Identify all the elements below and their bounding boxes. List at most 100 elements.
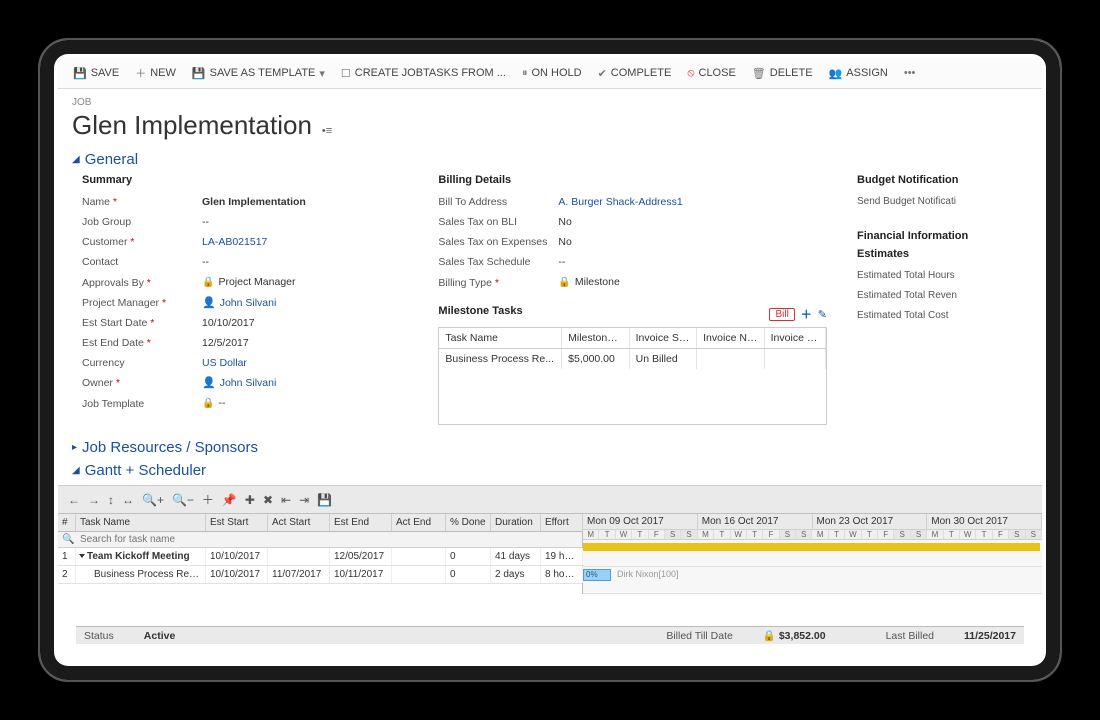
- save-icon: 💾: [73, 67, 87, 80]
- section-general-header[interactable]: ◢ General: [72, 151, 1028, 168]
- col-duration[interactable]: Duration: [491, 514, 541, 531]
- col-inv-status[interactable]: Invoice Status: [630, 328, 698, 348]
- est-end-label: Est End Date: [82, 337, 151, 349]
- close-button[interactable]: ⦸CLOSE: [680, 64, 742, 83]
- gantt-zoomin-icon[interactable]: 🔍+: [142, 493, 164, 507]
- approvals-by-label: Approvals By: [82, 277, 151, 289]
- assign-button[interactable]: 👥ASSIGN: [822, 64, 895, 83]
- tax-bli-label: Sales Tax on BLI: [438, 214, 558, 230]
- col-inv-date[interactable]: Invoice Date: [765, 328, 826, 348]
- gantt-panel: ← → ↕ ↔ 🔍+ 🔍− ＋ 📌 ✚ ✖ ⇤ ⇥ 💾 # Task Name …: [58, 485, 1042, 594]
- job-group-value[interactable]: --: [202, 214, 209, 230]
- caret-down-icon: ◢: [72, 154, 80, 165]
- tablet-frame: 💾SAVE ＋NEW 💾SAVE AS TEMPLATE ▾ ☐CREATE J…: [38, 38, 1062, 682]
- last-billed-value: 11/25/2017: [964, 630, 1016, 642]
- new-button[interactable]: ＋NEW: [128, 62, 183, 84]
- more-button[interactable]: •••: [897, 64, 923, 82]
- day-cell: T: [944, 530, 960, 539]
- day-cell: T: [976, 530, 992, 539]
- customer-link[interactable]: LA-AB021517: [202, 234, 267, 250]
- create-jobtasks-button[interactable]: ☐CREATE JOBTASKS FROM ...: [334, 64, 513, 83]
- gantt-pin-icon[interactable]: 📌: [222, 493, 237, 507]
- col-act-end[interactable]: Act End: [392, 514, 446, 531]
- bill-to-link[interactable]: A. Burger Shack-Address1: [558, 194, 682, 210]
- col-est-end[interactable]: Est End: [330, 514, 392, 531]
- gantt-save-icon[interactable]: 💾: [317, 493, 332, 507]
- job-template-value[interactable]: 🔒--: [202, 395, 225, 412]
- gantt-vzoom-icon[interactable]: ↕: [108, 493, 114, 507]
- lock-icon: 🔒: [558, 277, 570, 288]
- financial-heading: Financial Information: [857, 230, 1028, 242]
- col-task[interactable]: Task Name: [439, 328, 562, 348]
- day-cell: W: [731, 530, 747, 539]
- gantt-addbar-icon[interactable]: ✚: [245, 493, 255, 507]
- col-price[interactable]: Milestone price*: [562, 328, 630, 348]
- gantt-timeline[interactable]: Mon 09 Oct 2017 Mon 16 Oct 2017 Mon 23 O…: [583, 514, 1042, 594]
- gantt-zoomout-icon[interactable]: 🔍−: [172, 493, 194, 507]
- col-inv-number[interactable]: Invoice Number: [697, 328, 765, 348]
- close-icon: ⦸: [687, 67, 694, 80]
- day-cell: S: [665, 530, 681, 539]
- delete-button[interactable]: 🗑DELETE: [745, 64, 820, 83]
- caret-right-icon: ▸: [72, 442, 77, 453]
- approvals-by-value[interactable]: 🔒Project Manager: [202, 274, 296, 291]
- app-screen: 💾SAVE ＋NEW 💾SAVE AS TEMPLATE ▾ ☐CREATE J…: [58, 58, 1042, 662]
- section-gantt-header[interactable]: ◢ Gantt + Scheduler: [72, 462, 1028, 479]
- on-hold-button[interactable]: ⏸ON HOLD: [515, 64, 589, 83]
- day-cell: W: [845, 530, 861, 539]
- day-cell: S: [911, 530, 927, 539]
- day-cell: T: [829, 530, 845, 539]
- gantt-delete-icon[interactable]: ✖: [263, 493, 273, 507]
- day-cell: W: [616, 530, 632, 539]
- milestone-row[interactable]: Business Process Re... $5,000.00 Un Bill…: [439, 349, 826, 369]
- gantt-next-icon[interactable]: →: [88, 493, 100, 507]
- project-manager-value[interactable]: 👤John Silvani: [202, 295, 276, 311]
- lock-icon: 🔒: [763, 630, 779, 642]
- col-effort[interactable]: Effort: [541, 514, 583, 531]
- gantt-indent-icon[interactable]: ⇥: [299, 493, 309, 507]
- est-start-value[interactable]: 10/10/2017: [202, 315, 255, 331]
- day-cell: M: [927, 530, 943, 539]
- name-value[interactable]: Glen Implementation: [202, 194, 306, 210]
- currency-link[interactable]: US Dollar: [202, 355, 247, 371]
- owner-value[interactable]: 👤John Silvani: [202, 375, 276, 391]
- plus-icon: ＋: [135, 65, 146, 81]
- expand-icon[interactable]: [79, 554, 85, 558]
- gantt-row-parent[interactable]: 1 Team Kickoff Meeting 10/10/2017 12/05/…: [58, 548, 582, 566]
- day-cell: S: [796, 530, 812, 539]
- gantt-row-child[interactable]: 2 Business Process Review - Gat... 10/10…: [58, 566, 582, 584]
- save-button[interactable]: 💾SAVE: [66, 64, 126, 83]
- milestone-settings-icon[interactable]: ✎: [818, 308, 827, 321]
- day-cell: F: [763, 530, 779, 539]
- col-pct[interactable]: % Done: [446, 514, 491, 531]
- add-milestone-icon[interactable]: ＋: [801, 306, 812, 322]
- search-icon: 🔍: [58, 532, 76, 547]
- tax-sched-value[interactable]: --: [558, 254, 565, 270]
- day-cell: S: [894, 530, 910, 539]
- gantt-add-icon[interactable]: ＋: [202, 491, 214, 508]
- gantt-prev-icon[interactable]: ←: [68, 493, 80, 507]
- day-cell: S: [1009, 530, 1025, 539]
- section-resources-header[interactable]: ▸ Job Resources / Sponsors: [72, 439, 1028, 456]
- task-icon: ☐: [341, 67, 351, 80]
- col-task[interactable]: Task Name: [76, 514, 206, 531]
- est-end-value[interactable]: 12/5/2017: [202, 335, 249, 351]
- col-est-start[interactable]: Est Start: [206, 514, 268, 531]
- tax-bli-value[interactable]: No: [558, 214, 571, 230]
- billing-type-value[interactable]: 🔒Milestone: [558, 274, 619, 291]
- gantt-hzoom-icon[interactable]: ↔: [122, 493, 134, 507]
- task-bar[interactable]: 0%: [583, 569, 611, 581]
- save-as-template-button[interactable]: 💾SAVE AS TEMPLATE ▾: [185, 64, 332, 83]
- title-list-icon[interactable]: •≡: [322, 125, 332, 137]
- complete-button[interactable]: ✔COMPLETE: [591, 64, 679, 83]
- col-act-start[interactable]: Act Start: [268, 514, 330, 531]
- bill-button[interactable]: Bill: [769, 308, 794, 321]
- summary-bar[interactable]: [583, 543, 1040, 551]
- gantt-outdent-icon[interactable]: ⇤: [281, 493, 291, 507]
- week-header: Mon 09 Oct 2017: [583, 514, 698, 529]
- gantt-search-input[interactable]: [76, 532, 583, 547]
- contact-value[interactable]: --: [202, 254, 209, 270]
- col-num[interactable]: #: [58, 514, 76, 531]
- summary-heading: Summary: [82, 174, 408, 186]
- tax-exp-value[interactable]: No: [558, 234, 571, 250]
